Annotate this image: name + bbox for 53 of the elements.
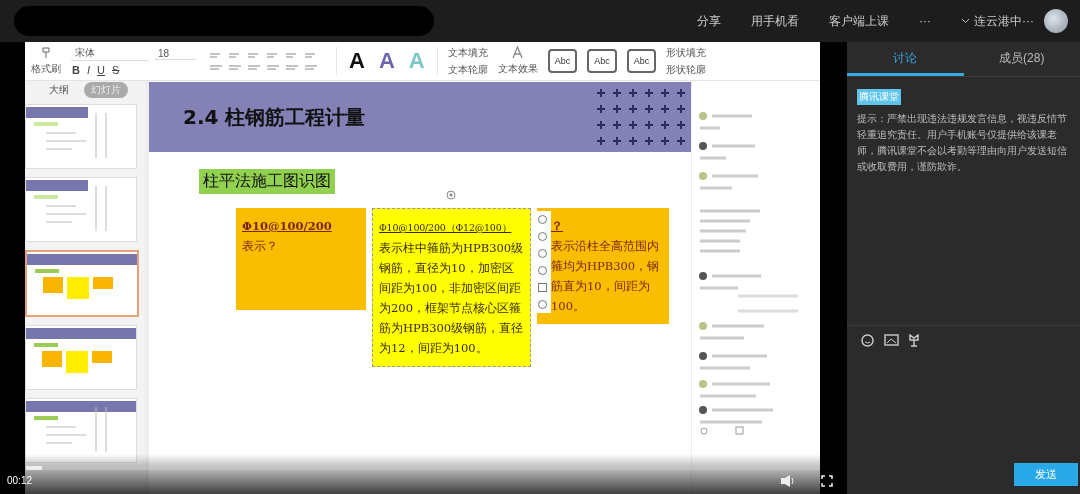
box-heading: Φ10@100/200 xyxy=(242,218,332,235)
flower-icon[interactable] xyxy=(909,334,919,347)
format-button[interactable]: I xyxy=(85,64,91,76)
text-command[interactable]: 文本填充 xyxy=(447,45,488,60)
text-effect-label[interactable]: 文本效果 xyxy=(497,62,538,76)
section-label: 柱平法施工图识图 xyxy=(199,169,335,194)
text-style-button[interactable]: A xyxy=(347,48,367,74)
avatar-circle[interactable] xyxy=(1044,9,1068,33)
top-action-link[interactable]: 客户端上课 xyxy=(829,12,889,30)
format-painter-icon[interactable] xyxy=(40,46,52,59)
panel-tab[interactable]: 成员(28) xyxy=(963,42,1080,76)
playback-time: 00:12 xyxy=(7,475,33,486)
text-style-button[interactable]: A xyxy=(376,48,397,74)
slide-thumbnail[interactable] xyxy=(25,398,137,463)
format-button[interactable]: B xyxy=(71,64,81,76)
text-effect-icon[interactable] xyxy=(512,46,524,59)
chevron-down-icon[interactable] xyxy=(961,18,970,24)
image-icon[interactable] xyxy=(884,334,899,346)
box-heading: ？ xyxy=(551,218,563,235)
square-icon[interactable] xyxy=(536,282,548,293)
account-name[interactable]: 连云港中··· xyxy=(974,12,1034,30)
slide-title: 2.4 柱钢筋工程计量 xyxy=(183,103,366,131)
rotate-handle-icon[interactable] xyxy=(446,190,456,200)
platform-badge: 腾讯课堂 xyxy=(857,89,901,105)
fullscreen-icon[interactable] xyxy=(821,475,833,487)
panel-tab[interactable]: 讨论 xyxy=(847,42,964,76)
slide-thumbnail[interactable] xyxy=(25,104,137,169)
box-heading: Φ10@100/200（Φ12@100） xyxy=(379,221,512,235)
shape-style-button[interactable]: Abc xyxy=(547,49,578,73)
volume-icon[interactable] xyxy=(780,474,796,488)
emoji-icon[interactable] xyxy=(861,334,874,347)
view-tab[interactable]: 大纲 xyxy=(42,81,76,98)
shape-command[interactable]: 形状轮廓 xyxy=(666,62,707,77)
top-action-link[interactable]: ··· xyxy=(919,14,931,28)
top-action-link[interactable]: 用手机看 xyxy=(751,12,799,30)
shape-style-button[interactable]: Abc xyxy=(587,49,617,73)
font-field[interactable]: 宋体 xyxy=(71,46,149,61)
slide-thumbnail[interactable] xyxy=(25,325,137,390)
font-size-field[interactable]: 18 xyxy=(154,47,196,60)
format-button[interactable]: U xyxy=(96,64,106,76)
top-action-link[interactable]: 分享 xyxy=(697,12,721,30)
notice-text: 提示：严禁出现违法违规发言信息，视违反情节轻重追究责任。用户手机账号仅提供给该课老师，腾讯课堂不会以考勤等理由向用户发送短信或收取费用，谨防欺诈。 xyxy=(857,112,1068,174)
format-button[interactable]: S xyxy=(110,64,121,76)
format-painter-label[interactable]: 格式刷 xyxy=(31,61,61,76)
text-command[interactable]: 文本轮廓 xyxy=(447,62,488,77)
box-text: 表示柱中箍筋为HPB300级钢筋，直径为10，加密区间距为100，非加密区间距为200，框架节点核心区箍筋为HPB300级钢筋，直径为12，间距为100。 xyxy=(379,240,524,357)
shape-style-button[interactable]: Abc xyxy=(626,49,657,73)
shape-command[interactable]: 形状填充 xyxy=(666,45,707,60)
box-text: 表示？ xyxy=(242,238,279,255)
box-text: 表示沿柱全高范围内箍均为HPB300，钢筋直为10，间距为100。 xyxy=(551,238,661,315)
progress-track[interactable] xyxy=(26,466,820,470)
slide-thumbnail[interactable] xyxy=(25,250,139,317)
slide-thumbnail[interactable] xyxy=(25,177,137,242)
